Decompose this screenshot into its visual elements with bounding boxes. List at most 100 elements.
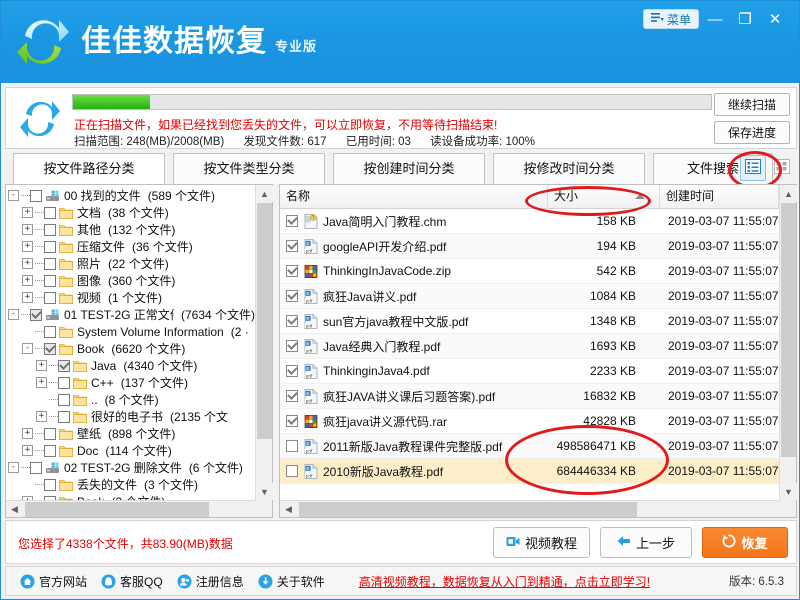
footer-link-1[interactable]: 官方网站 [20,573,87,590]
tree-node[interactable]: +Book(2 个文件) [8,493,255,500]
table-row[interactable]: epdfJava经典入门教程.pdf1693 KB2019-03-07 11:5… [280,334,779,359]
tree-node[interactable]: -Book(6620 个文件) [8,340,255,357]
tree-node[interactable]: +Doc(114 个文件) [8,442,255,459]
tree-horizontal-scrollbar[interactable]: ◀ ▶ [6,500,272,517]
tree-node-checkbox[interactable] [58,394,70,406]
previous-step-button[interactable]: 上一步 [600,527,692,558]
list-scroll-up-arrow[interactable]: ▲ [780,185,797,202]
file-row-checkbox[interactable] [286,390,298,402]
column-header-size[interactable]: 大小 [548,185,660,209]
expand-node-icon[interactable]: + [22,224,33,235]
expand-node-icon[interactable]: + [22,428,33,439]
table-row[interactable]: epdf2011新版Java教程课件完整版.pdf498586471 KB201… [280,434,779,459]
tree-node-checkbox[interactable] [30,462,42,474]
list-hscroll-thumb[interactable] [299,502,637,517]
tree-node[interactable]: -02 TEST-2G 删除文件(6 个文件) [8,459,255,476]
tree-node[interactable]: +其他(132 个文件) [8,221,255,238]
video-tutorial-button[interactable]: 视频教程 [493,527,590,558]
tree-node[interactable]: +文档(38 个文件) [8,204,255,221]
list-scroll-left-arrow[interactable]: ◀ [280,501,297,518]
tree-node-checkbox[interactable] [44,428,56,440]
tree-scroll-up-arrow[interactable]: ▲ [256,185,273,202]
save-progress-button[interactable]: 保存进度 [714,121,790,144]
tab-2[interactable]: 按文件类型分类 [173,153,325,184]
expand-node-icon[interactable]: + [36,377,47,388]
list-vscroll-thumb[interactable] [781,203,796,457]
tab-1[interactable]: 按文件路径分类 [13,153,165,184]
tree-node[interactable]: 丢失的文件(3 个文件) [8,476,255,493]
file-row-checkbox[interactable] [286,240,298,252]
tree-node-checkbox[interactable] [30,309,42,321]
collapse-node-icon[interactable]: - [8,462,19,473]
table-row[interactable]: ThinkingInJavaCode.zip542 KB2019-03-07 1… [280,259,779,284]
tree-node[interactable]: -00 找到的文件(589 个文件) [8,187,255,204]
tree-node-checkbox[interactable] [58,377,70,389]
file-row-checkbox[interactable] [286,365,298,377]
collapse-node-icon[interactable]: - [8,190,19,201]
list-scroll-down-arrow[interactable]: ▼ [780,483,797,500]
table-row[interactable]: ?Java简明入门教程.chm158 KB2019-03-07 11:55:07 [280,209,779,234]
tree-node[interactable]: +图像(360 个文件) [8,272,255,289]
file-row-checkbox[interactable] [286,440,298,452]
maximize-button[interactable]: ❐ [731,8,759,30]
grid-view-button[interactable] [769,155,795,181]
tree-node[interactable]: +Java(4340 个文件) [8,357,255,374]
continue-scan-button[interactable]: 继续扫描 [714,93,790,116]
file-row-checkbox[interactable] [286,265,298,277]
tree-node[interactable]: System Volume Information(2 · [8,323,255,340]
tree-node-checkbox[interactable] [44,224,56,236]
footer-link-2[interactable]: 客服QQ [101,573,163,590]
tab-4[interactable]: 按修改时间分类 [493,153,645,184]
tree-hscroll-thumb[interactable] [25,502,209,517]
tree-node-checkbox[interactable] [44,292,56,304]
file-row-checkbox[interactable] [286,290,298,302]
tree-node[interactable]: ..(8 个文件) [8,391,255,408]
table-row[interactable]: epdf2010新版Java教程.pdf684446334 KB2019-03-… [280,459,779,484]
menu-button[interactable]: 菜单 [643,9,699,29]
column-header-time[interactable]: 创建时间 [660,185,779,209]
tree-node-checkbox[interactable] [44,207,56,219]
tree-node-checkbox[interactable] [44,445,56,457]
file-row-checkbox[interactable] [286,465,298,477]
footer-link-3[interactable]: 注册信息 [177,573,244,590]
tree-vscroll-thumb[interactable] [257,203,272,439]
expand-node-icon[interactable]: + [22,241,33,252]
table-row[interactable]: epdf疯狂JAVA讲义课后习题答案).pdf16832 KB2019-03-0… [280,384,779,409]
list-hscroll-track[interactable] [297,501,779,518]
expand-node-icon[interactable]: + [22,258,33,269]
file-row-checkbox[interactable] [286,215,298,227]
list-horizontal-scrollbar[interactable]: ◀ ▶ [280,500,796,517]
tree-node[interactable]: +视频(1 个文件) [8,289,255,306]
expand-node-icon[interactable]: + [22,292,33,303]
recover-button[interactable]: 恢复 [702,527,788,558]
tab-3[interactable]: 按创建时间分类 [333,153,485,184]
tree-node[interactable]: -01 TEST-2G 正常文件(7634 个文件) [8,306,255,323]
expand-node-icon[interactable]: + [22,275,33,286]
expand-node-icon[interactable]: + [36,360,47,371]
tree-vertical-scrollbar[interactable]: ▲ ▼ [255,185,272,500]
column-header-name[interactable]: 名称 [280,185,548,209]
collapse-node-icon[interactable]: - [8,309,19,320]
tree-node[interactable]: +C++(137 个文件) [8,374,255,391]
tree-node-checkbox[interactable] [44,326,56,338]
list-vertical-scrollbar[interactable]: ▲ ▼ [779,185,796,500]
close-button[interactable]: ✕ [761,8,789,30]
expand-node-icon[interactable]: + [36,411,47,422]
tree-node-checkbox[interactable] [44,479,56,491]
footer-link-4[interactable]: 关于软件 [258,573,325,590]
table-row[interactable]: epdfThinkinginJava4.pdf2233 KB2019-03-07… [280,359,779,384]
table-row[interactable]: epdfsun官方java教程中文版.pdf1348 KB2019-03-07 … [280,309,779,334]
tree-scroll-down-arrow[interactable]: ▼ [256,483,273,500]
tree-node-checkbox[interactable] [58,411,70,423]
file-row-checkbox[interactable] [286,340,298,352]
tree-node-checkbox[interactable] [44,241,56,253]
tree-node-checkbox[interactable] [58,360,70,372]
table-row[interactable]: epdf疯狂Java讲义.pdf1084 KB2019-03-07 11:55:… [280,284,779,309]
tree-node-checkbox[interactable] [30,190,42,202]
expand-node-icon[interactable]: + [22,445,33,456]
minimize-button[interactable]: — [701,8,729,30]
tree-node-checkbox[interactable] [44,258,56,270]
file-row-checkbox[interactable] [286,315,298,327]
tree-node-checkbox[interactable] [44,275,56,287]
table-row[interactable]: epdfgoogleAPI开发介绍.pdf194 KB2019-03-07 11… [280,234,779,259]
